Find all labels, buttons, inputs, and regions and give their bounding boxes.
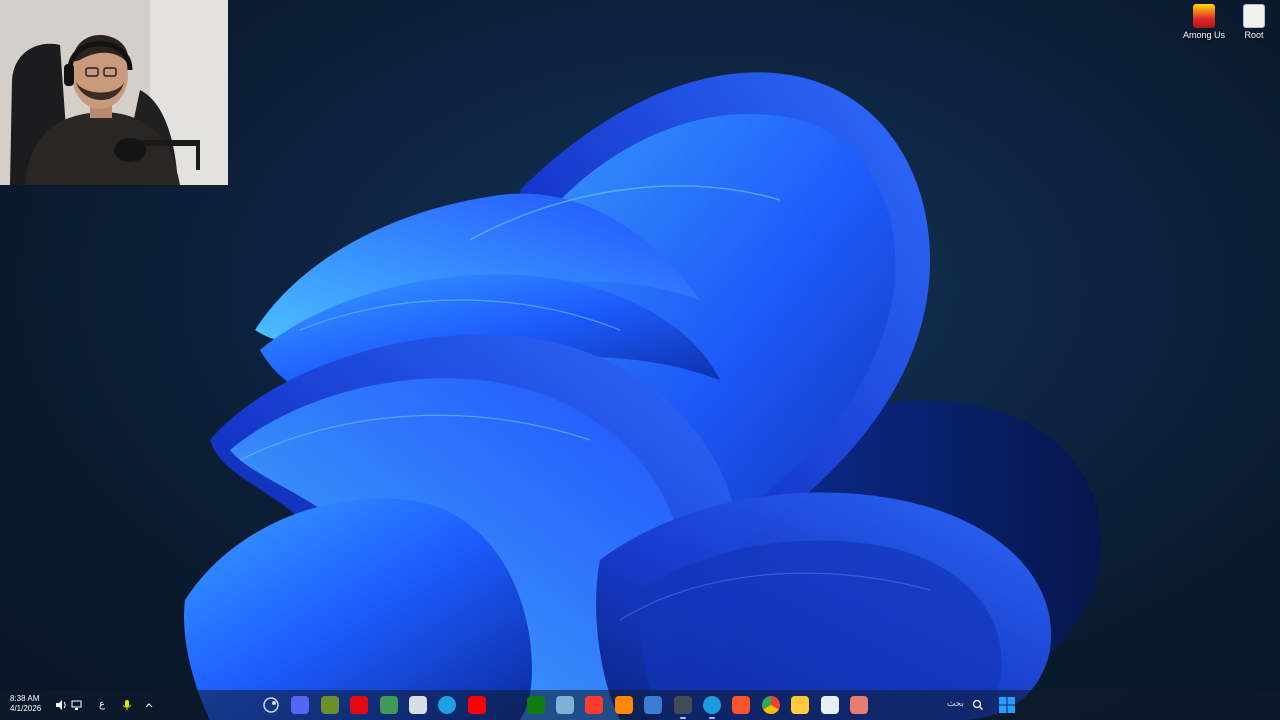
chrome-icon[interactable]	[762, 696, 780, 714]
input-language-indicator[interactable]: ع	[96, 699, 108, 711]
taskbar: 8:38 AM 4/1/2026 ع بحث	[0, 690, 1280, 720]
widgets-icon[interactable]	[850, 696, 868, 714]
search-icon	[972, 699, 983, 710]
system-clock[interactable]: 8:38 AM 4/1/2026	[10, 694, 41, 714]
edge-icon[interactable]	[438, 696, 456, 714]
root-icon	[1243, 4, 1265, 28]
desktop-shortcut-label: Root	[1244, 30, 1264, 40]
clock-time: 8:38 AM	[10, 694, 40, 703]
clock-app-icon[interactable]	[674, 696, 692, 719]
streamer-webcam-image	[0, 0, 228, 185]
windows-start-icon[interactable]	[998, 696, 1016, 714]
microphone-icon[interactable]	[121, 699, 133, 711]
desktop-shortcut-root[interactable]: Root	[1224, 4, 1280, 40]
speaker-icon[interactable]	[55, 699, 67, 711]
netflix-icon[interactable]	[350, 696, 368, 714]
webcam-overlay	[0, 0, 228, 185]
clock-date: 4/1/2026	[10, 704, 42, 713]
notepad-icon[interactable]	[821, 696, 839, 714]
desktop: Among Us Root 8:38 AM 4/1/2026 ع بحث	[0, 0, 1280, 720]
file-explorer-icon[interactable]	[791, 696, 809, 714]
network-icon[interactable]	[71, 699, 83, 711]
discord-icon[interactable]	[291, 696, 309, 714]
steam-alt-icon[interactable]	[556, 696, 574, 714]
opera-icon[interactable]	[585, 696, 603, 714]
chevron-up-icon[interactable]	[143, 699, 155, 711]
store-icon[interactable]	[644, 696, 662, 714]
vlc-icon[interactable]	[615, 696, 633, 714]
youtube-icon[interactable]	[468, 696, 486, 714]
xbox-icon[interactable]	[527, 696, 545, 714]
game-launcher-icon[interactable]	[380, 696, 398, 714]
settings-gear-icon[interactable]	[409, 696, 427, 714]
brave-icon[interactable]	[732, 696, 750, 714]
among-us-icon	[1193, 4, 1215, 28]
steam-icon[interactable]	[262, 696, 280, 714]
search-label: بحث	[946, 699, 964, 709]
zoom-icon[interactable]	[497, 696, 515, 714]
taskbar-search[interactable]: بحث	[880, 695, 990, 715]
edge-browser-icon[interactable]	[703, 696, 721, 719]
archive-icon[interactable]	[321, 696, 339, 714]
